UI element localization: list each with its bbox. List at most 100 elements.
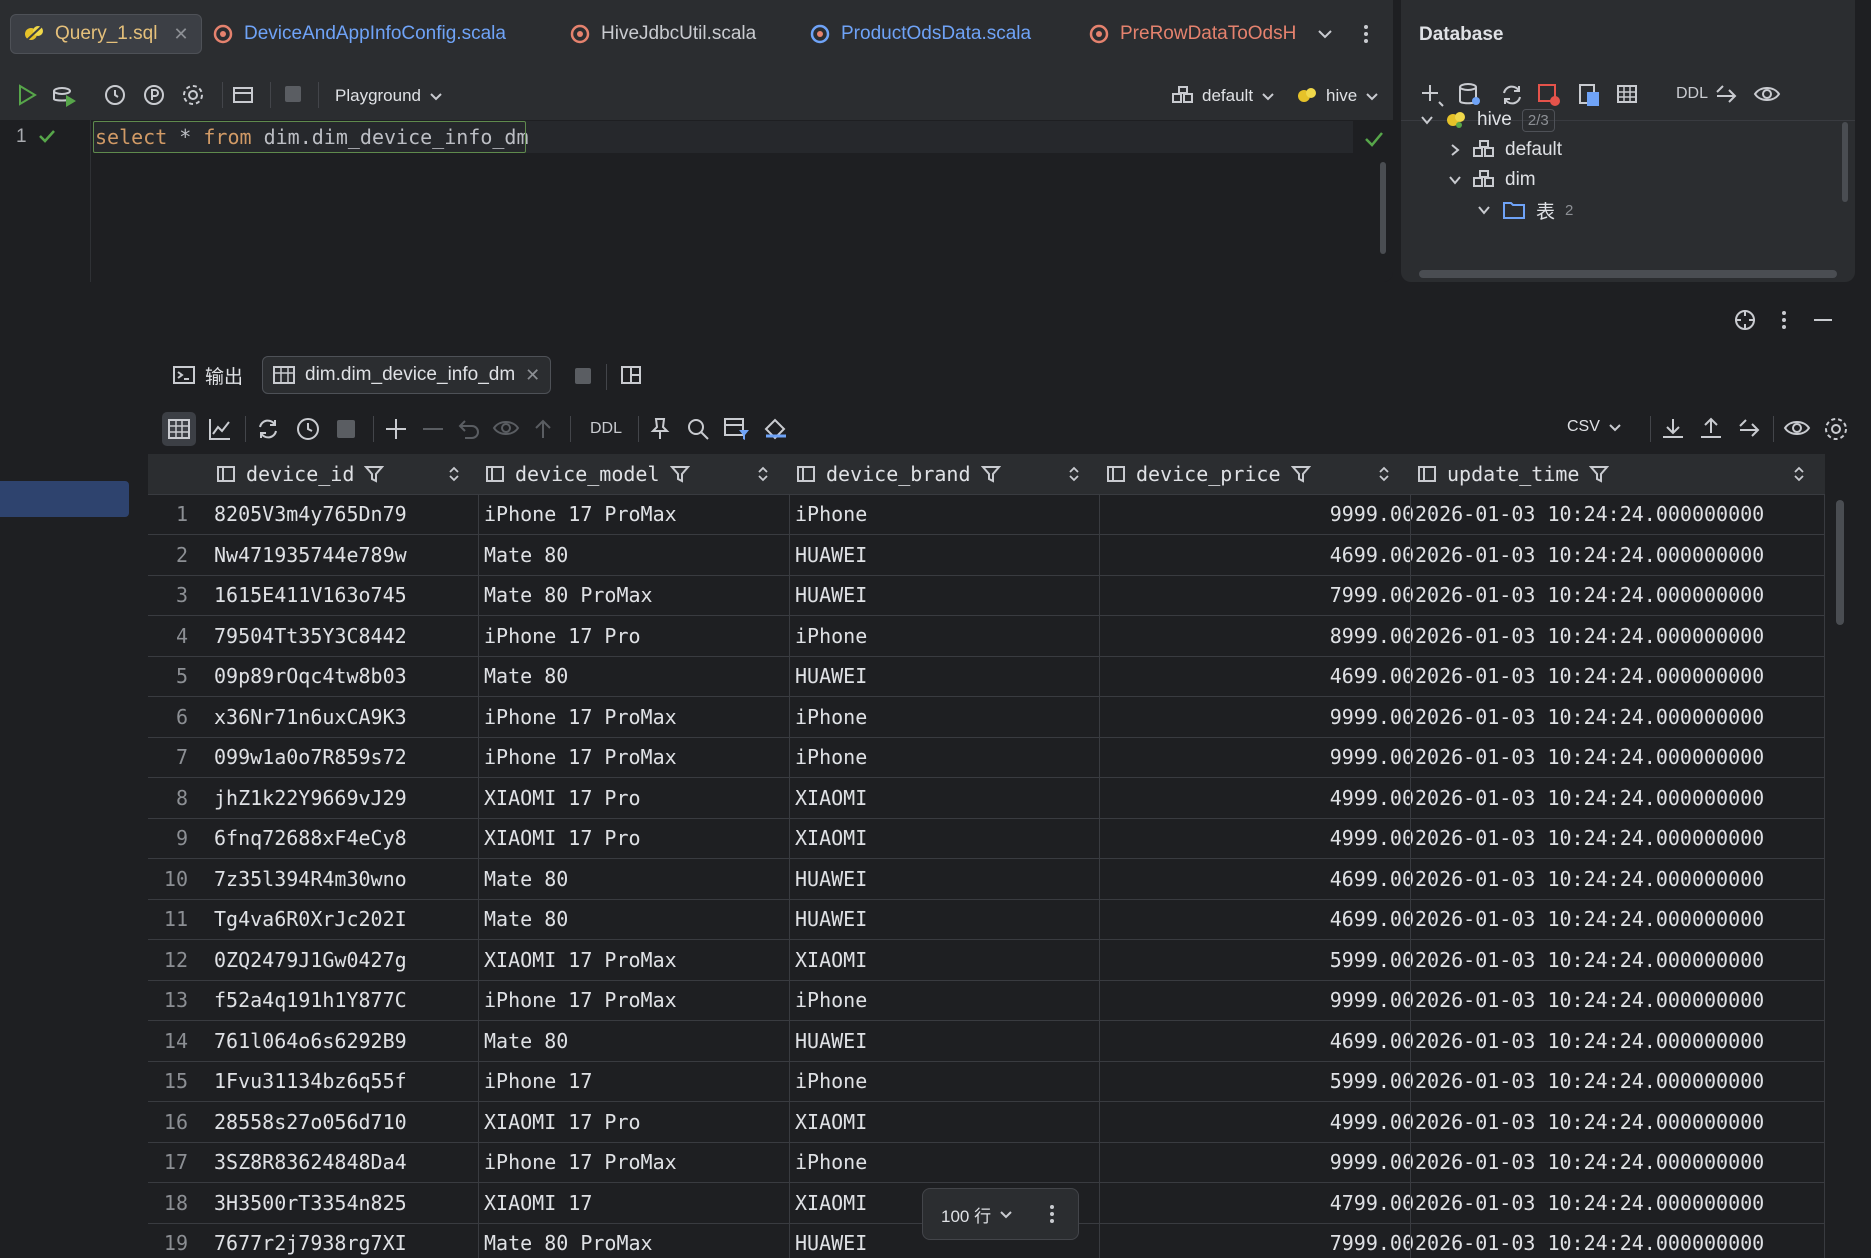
sort-icon[interactable] xyxy=(757,454,769,494)
cell-device-brand[interactable]: HUAWEI xyxy=(795,1223,867,1258)
stop-icon[interactable] xyxy=(282,83,304,105)
cell-device-price[interactable]: 7999.00 xyxy=(1330,575,1414,615)
table-row[interactable]: 12 0ZQ2479J1Gw0427g XIAOMI 17 ProMax XIAOMI… xyxy=(148,940,1825,981)
sort-icon[interactable] xyxy=(1068,454,1080,494)
cell-device-price[interactable]: 4999.00 xyxy=(1330,1102,1414,1142)
table-row[interactable]: 2 Nw471935744e789w Mate 80 HUAWEI 4699.00 202… xyxy=(148,535,1825,576)
cell-update-time[interactable]: 2026-01-03 10:24:24.000000000 xyxy=(1415,818,1764,858)
tab-output[interactable]: 输出 xyxy=(163,356,253,394)
cell-device-id[interactable]: 09p89rOqc4tw8b03 xyxy=(214,656,407,696)
cell-update-time[interactable]: 2026-01-03 10:24:24.000000000 xyxy=(1415,535,1764,575)
search-icon[interactable] xyxy=(685,416,711,442)
cell-device-model[interactable]: iPhone 17 ProMax xyxy=(484,1142,677,1182)
cell-device-price[interactable]: 9999.00 xyxy=(1330,697,1414,737)
export-format-dropdown[interactable]: CSV xyxy=(1567,418,1622,436)
stop-icon[interactable] xyxy=(573,366,593,386)
preview-changes-icon[interactable] xyxy=(492,416,520,442)
cell-device-brand[interactable]: HUAWEI xyxy=(795,656,867,696)
grid-scrollbar[interactable] xyxy=(1836,500,1844,625)
pin-icon[interactable] xyxy=(647,416,673,442)
cell-update-time[interactable]: 2026-01-03 10:24:24.000000000 xyxy=(1415,1183,1764,1223)
cell-device-brand[interactable]: iPhone xyxy=(795,737,867,777)
paint-bucket-icon[interactable] xyxy=(762,416,790,442)
chevron-down-icon[interactable] xyxy=(1447,172,1463,188)
history-icon[interactable] xyxy=(103,83,127,107)
table-row[interactable]: 14 761l064o6s6292B9 Mate 80 HUAWEI 4699.00 20… xyxy=(148,1021,1825,1062)
table-row[interactable]: 17 3SZ8R83624848Da4 iPhone 17 ProMax iPhone… xyxy=(148,1142,1825,1183)
chevron-down-icon[interactable] xyxy=(1476,202,1492,218)
cell-device-brand[interactable]: XIAOMI xyxy=(795,818,867,858)
more-options-icon[interactable] xyxy=(1356,22,1376,46)
cell-update-time[interactable]: 2026-01-03 10:24:24.000000000 xyxy=(1415,940,1764,980)
services-tree-selected-item[interactable] xyxy=(0,481,129,517)
cell-update-time[interactable]: 2026-01-03 10:24:24.000000000 xyxy=(1415,494,1764,534)
table-row[interactable]: 10 7z35l394R4m30wno Mate 80 HUAWEI 4699.00 20… xyxy=(148,859,1825,900)
cell-device-price[interactable]: 7999.00 xyxy=(1330,1223,1414,1258)
tree-node-tables[interactable]: 表 2 xyxy=(1476,194,1573,226)
cell-device-id[interactable]: 7677r2j7938rg7XI xyxy=(214,1223,407,1258)
cell-update-time[interactable]: 2026-01-03 10:24:24.000000000 xyxy=(1415,575,1764,615)
cell-device-price[interactable]: 4699.00 xyxy=(1330,859,1414,899)
cell-device-brand[interactable]: XIAOMI xyxy=(795,1183,867,1223)
ddl-button[interactable]: DDL xyxy=(1676,85,1708,103)
cell-device-price[interactable]: 4699.00 xyxy=(1330,899,1414,939)
column-header-device-model[interactable]: device_model xyxy=(485,454,690,494)
cell-device-model[interactable]: Mate 80 ProMax xyxy=(484,1223,653,1258)
close-icon[interactable]: ✕ xyxy=(525,365,540,386)
cell-device-model[interactable]: Mate 80 xyxy=(484,656,568,696)
cell-device-brand[interactable]: iPhone xyxy=(795,616,867,656)
chevron-down-icon[interactable] xyxy=(1419,112,1435,128)
refresh-icon[interactable] xyxy=(255,416,281,442)
collapse-icon[interactable] xyxy=(1713,82,1739,108)
table-row[interactable]: 15 1Fvu31134bz6q55f iPhone 17 iPhone 5999.00… xyxy=(148,1061,1825,1102)
cell-update-time[interactable]: 2026-01-03 10:24:24.000000000 xyxy=(1415,1223,1764,1258)
cell-device-id[interactable]: f52a4q191h1Y877C xyxy=(214,980,407,1020)
tab-product-ods-data[interactable]: ProductOdsData.scala xyxy=(797,14,1043,54)
cell-device-price[interactable]: 4799.00 xyxy=(1330,1183,1414,1223)
cell-device-model[interactable]: XIAOMI 17 xyxy=(484,1183,592,1223)
cell-device-model[interactable]: iPhone 17 ProMax xyxy=(484,494,677,534)
close-icon[interactable]: ✕ xyxy=(173,24,188,45)
cell-device-model[interactable]: Mate 80 ProMax xyxy=(484,575,653,615)
cell-device-price[interactable]: 9999.00 xyxy=(1330,494,1414,534)
chart-view-icon[interactable] xyxy=(207,416,233,442)
cell-device-brand[interactable]: XIAOMI xyxy=(795,778,867,818)
result-grid[interactable]: device_id device_model device_brand devi… xyxy=(148,454,1825,1258)
cell-device-id[interactable]: 0ZQ2479J1Gw0427g xyxy=(214,940,407,980)
tree-horizontal-scrollbar[interactable] xyxy=(1419,270,1837,278)
settings-icon[interactable] xyxy=(1823,416,1849,442)
more-options-icon[interactable] xyxy=(1044,1202,1060,1226)
cell-device-id[interactable]: 3H3500rT3354n825 xyxy=(214,1183,407,1223)
tab-query-sql[interactable]: Query_1.sql ✕ xyxy=(10,14,202,54)
delete-row-icon[interactable] xyxy=(420,416,446,442)
submit-icon[interactable] xyxy=(530,416,556,442)
upload-icon[interactable] xyxy=(1698,416,1724,442)
cell-device-brand[interactable]: iPhone xyxy=(795,1142,867,1182)
cell-device-model[interactable]: iPhone 17 ProMax xyxy=(484,697,677,737)
crosshair-icon[interactable] xyxy=(1733,308,1757,332)
cell-update-time[interactable]: 2026-01-03 10:24:24.000000000 xyxy=(1415,656,1764,696)
tree-scrollbar[interactable] xyxy=(1842,122,1848,202)
cell-device-id[interactable]: x36Nr71n6uxCA9K3 xyxy=(214,697,407,737)
table-row[interactable]: 13 f52a4q191h1Y877C iPhone 17 ProMax iPhone… xyxy=(148,980,1825,1021)
tab-result-table[interactable]: dim.dim_device_info_dm ✕ xyxy=(262,356,552,394)
schema-dropdown[interactable]: default xyxy=(1172,82,1275,110)
cell-device-brand[interactable]: iPhone xyxy=(795,697,867,737)
cell-update-time[interactable]: 2026-01-03 10:24:24.000000000 xyxy=(1415,1061,1764,1101)
filter-icon[interactable] xyxy=(669,464,690,484)
filter-icon[interactable] xyxy=(980,464,1001,484)
table-row[interactable]: 3 1615E411V163o745 Mate 80 ProMax HUAWEI 799… xyxy=(148,575,1825,616)
cell-update-time[interactable]: 2026-01-03 10:24:24.000000000 xyxy=(1415,899,1764,939)
editor-scrollbar[interactable] xyxy=(1380,162,1386,254)
cell-device-brand[interactable]: HUAWEI xyxy=(795,535,867,575)
table-row[interactable]: 5 09p89rOqc4tw8b03 Mate 80 HUAWEI 4699.00 202… xyxy=(148,656,1825,697)
more-options-icon[interactable] xyxy=(1774,308,1794,332)
cell-device-id[interactable]: jhZ1k22Y9669vJ29 xyxy=(214,778,407,818)
filter-icon[interactable] xyxy=(364,464,385,484)
cell-device-price[interactable]: 9999.00 xyxy=(1330,1142,1414,1182)
parameters-icon[interactable] xyxy=(142,83,166,107)
cell-device-price[interactable]: 4699.00 xyxy=(1330,1021,1414,1061)
cell-device-brand[interactable]: XIAOMI xyxy=(795,940,867,980)
table-row[interactable]: 16 28558s27o056d710 XIAOMI 17 Pro XIAOMI 499… xyxy=(148,1102,1825,1143)
cell-device-id[interactable]: 1615E411V163o745 xyxy=(214,575,407,615)
